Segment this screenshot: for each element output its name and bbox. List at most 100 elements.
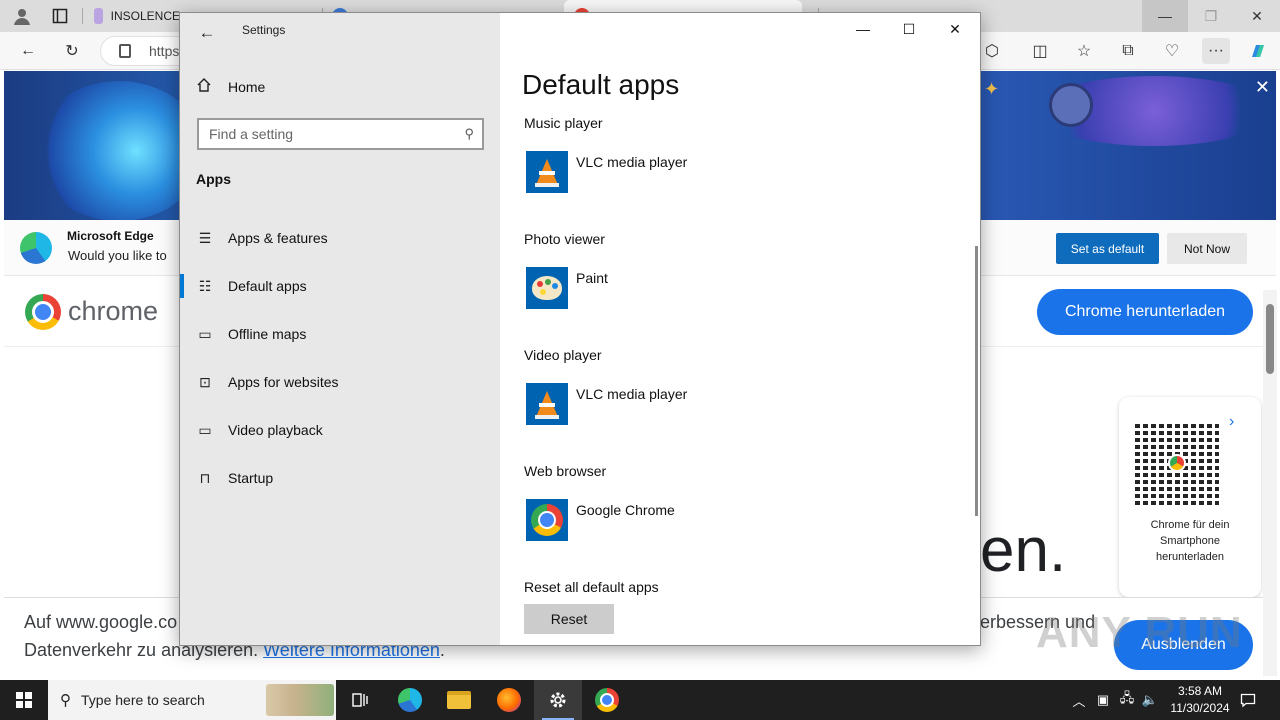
nav-startup[interactable]: ⊓ Startup bbox=[180, 458, 500, 498]
taskbar-search-placeholder: Type here to search bbox=[81, 692, 205, 708]
prompt-title: Microsoft Edge bbox=[67, 229, 154, 243]
settings-content: — ☐ ✕ Default apps Music player VLC medi… bbox=[500, 13, 980, 645]
video-player-label: Video player bbox=[524, 347, 602, 363]
settings-sidebar: ← Settings Home Find a setting ⚲ Apps ☰ … bbox=[180, 13, 500, 645]
chrome-download-button[interactable]: Chrome herunterladen bbox=[1037, 289, 1253, 335]
section-title: Apps bbox=[196, 171, 231, 187]
vlc-icon bbox=[526, 383, 568, 425]
map-icon: ▭ bbox=[198, 325, 212, 342]
tab-label: INSOLENCE bbox=[110, 9, 180, 23]
banner-close-icon[interactable]: ✕ bbox=[1255, 77, 1270, 98]
open-in-app-icon: ⊡ bbox=[199, 373, 211, 390]
volume-icon[interactable]: 🔈 bbox=[1140, 680, 1160, 720]
vlc-icon bbox=[526, 151, 568, 193]
photo-viewer-label: Photo viewer bbox=[524, 231, 605, 247]
notification-icon[interactable] bbox=[1236, 680, 1260, 720]
sparkle-icon: ✦ bbox=[984, 79, 1000, 99]
minimize-button[interactable]: — bbox=[840, 13, 886, 45]
home-nav[interactable]: Home bbox=[196, 76, 265, 98]
default-apps-icon: ☷ bbox=[198, 277, 212, 294]
chrome-logo-icon bbox=[1168, 454, 1186, 472]
chrome-logo-icon bbox=[25, 294, 61, 330]
task-view-icon[interactable] bbox=[336, 680, 384, 720]
windows-logo-icon bbox=[16, 692, 32, 708]
music-player-app-button[interactable]: VLC media player bbox=[524, 151, 687, 193]
maximize-button[interactable]: ☐ bbox=[886, 13, 932, 45]
settings-scrollbar[interactable] bbox=[975, 246, 978, 516]
startup-icon: ⊓ bbox=[199, 469, 211, 486]
system-clock[interactable]: 3:58 AM 11/30/2024 bbox=[1160, 683, 1240, 717]
start-button[interactable] bbox=[0, 680, 48, 720]
nav-video-playback[interactable]: ▭ Video playback bbox=[180, 410, 500, 450]
taskbar: ⚲ Type here to search ︿ ▣ 🖧 🔈 3:58 AM 11… bbox=[0, 680, 1280, 720]
video-icon: ▭ bbox=[198, 421, 212, 438]
chevron-up-icon[interactable]: ︿ bbox=[1068, 680, 1090, 720]
web-browser-app-button[interactable]: Google Chrome bbox=[524, 499, 675, 541]
padlock-art-icon bbox=[1049, 83, 1093, 127]
split-screen-icon[interactable]: ◫ bbox=[1026, 38, 1054, 64]
back-arrow-icon[interactable]: ← bbox=[194, 21, 220, 45]
page-title: Default apps bbox=[522, 69, 680, 100]
search-icon: ⚲ bbox=[60, 692, 71, 709]
clock-date: 11/30/2024 bbox=[1170, 701, 1230, 715]
tab-favicon-icon bbox=[94, 8, 103, 24]
page-headline-fragment: en. bbox=[980, 516, 1067, 585]
edge-logo-icon bbox=[20, 232, 52, 264]
nav-offline-maps[interactable]: ▭ Offline maps bbox=[180, 314, 500, 354]
set-as-default-button[interactable]: Set as default bbox=[1056, 233, 1159, 264]
device-icon[interactable]: ▣ bbox=[1094, 680, 1112, 720]
home-label: Home bbox=[228, 79, 266, 95]
cookie-text: Auf www.google.co bbox=[24, 612, 178, 632]
reset-label: Reset all default apps bbox=[524, 579, 659, 595]
nav-default-apps[interactable]: ☷ Default apps bbox=[180, 266, 500, 306]
chrome-taskbar-icon[interactable] bbox=[583, 680, 631, 720]
file-explorer-icon[interactable] bbox=[435, 680, 483, 720]
tab-actions-icon[interactable] bbox=[46, 3, 74, 29]
nav-apps-for-websites[interactable]: ⊡ Apps for websites bbox=[180, 362, 500, 402]
settings-search-input[interactable]: Find a setting ⚲ bbox=[197, 118, 484, 150]
address-text: https bbox=[149, 43, 180, 59]
close-button[interactable]: ✕ bbox=[932, 13, 978, 45]
list-icon: ☰ bbox=[198, 229, 212, 246]
edge-taskbar-icon[interactable] bbox=[386, 680, 434, 720]
collections-icon[interactable]: ⧉ bbox=[1114, 38, 1142, 64]
clock-time: 3:58 AM bbox=[1177, 684, 1223, 698]
settings-gear-icon[interactable] bbox=[534, 680, 582, 720]
web-browser-label: Web browser bbox=[524, 463, 607, 479]
settings-window: ← Settings Home Find a setting ⚲ Apps ☰ … bbox=[179, 12, 981, 646]
paint-icon bbox=[526, 267, 568, 309]
lock-icon bbox=[119, 44, 131, 58]
browser-minimize-button[interactable]: — bbox=[1142, 0, 1188, 32]
chrome-wordmark: chrome bbox=[68, 296, 159, 326]
favorites-icon[interactable]: ☆ bbox=[1070, 38, 1098, 64]
video-player-app-button[interactable]: VLC media player bbox=[524, 383, 687, 425]
refresh-icon[interactable]: ↻ bbox=[58, 38, 86, 64]
music-player-label: Music player bbox=[524, 115, 603, 131]
browser-close-button[interactable]: ✕ bbox=[1234, 0, 1280, 32]
browser-tab-insolence[interactable]: INSOLENCE bbox=[84, 0, 180, 32]
more-options-icon[interactable]: ··· bbox=[1202, 38, 1230, 64]
qr-card[interactable]: › Chrome für dein Smartphone herunterlad… bbox=[1119, 397, 1261, 597]
nav-apps-features[interactable]: ☰ Apps & features bbox=[180, 218, 500, 258]
reset-button[interactable]: Reset bbox=[524, 604, 614, 634]
photo-viewer-app-button[interactable]: Paint bbox=[524, 267, 608, 309]
search-icon: ⚲ bbox=[464, 126, 474, 141]
scrollbar-thumb[interactable] bbox=[1266, 304, 1274, 374]
taskbar-search-box[interactable]: ⚲ Type here to search bbox=[48, 680, 336, 720]
window-title: Settings bbox=[242, 23, 286, 37]
extensions-icon[interactable]: ⬡ bbox=[978, 38, 1006, 64]
back-icon[interactable]: ← bbox=[14, 38, 42, 64]
firefox-icon[interactable] bbox=[485, 680, 533, 720]
copilot-icon[interactable] bbox=[1244, 38, 1272, 64]
page-scrollbar[interactable] bbox=[1263, 290, 1277, 676]
not-now-button[interactable]: Not Now bbox=[1167, 233, 1247, 264]
browser-essentials-icon[interactable]: ♡ bbox=[1158, 38, 1186, 64]
profile-icon[interactable] bbox=[8, 3, 36, 29]
prompt-subtitle: Would you like to bbox=[68, 248, 167, 263]
browser-restore-button[interactable]: ❐ bbox=[1188, 0, 1234, 32]
home-icon bbox=[196, 77, 214, 97]
chevron-right-icon[interactable]: › bbox=[1229, 413, 1234, 431]
search-highlight-art bbox=[266, 684, 334, 716]
network-icon[interactable]: 🖧 bbox=[1116, 680, 1138, 720]
qr-caption: Chrome für dein Smartphone herunterladen bbox=[1150, 519, 1230, 563]
